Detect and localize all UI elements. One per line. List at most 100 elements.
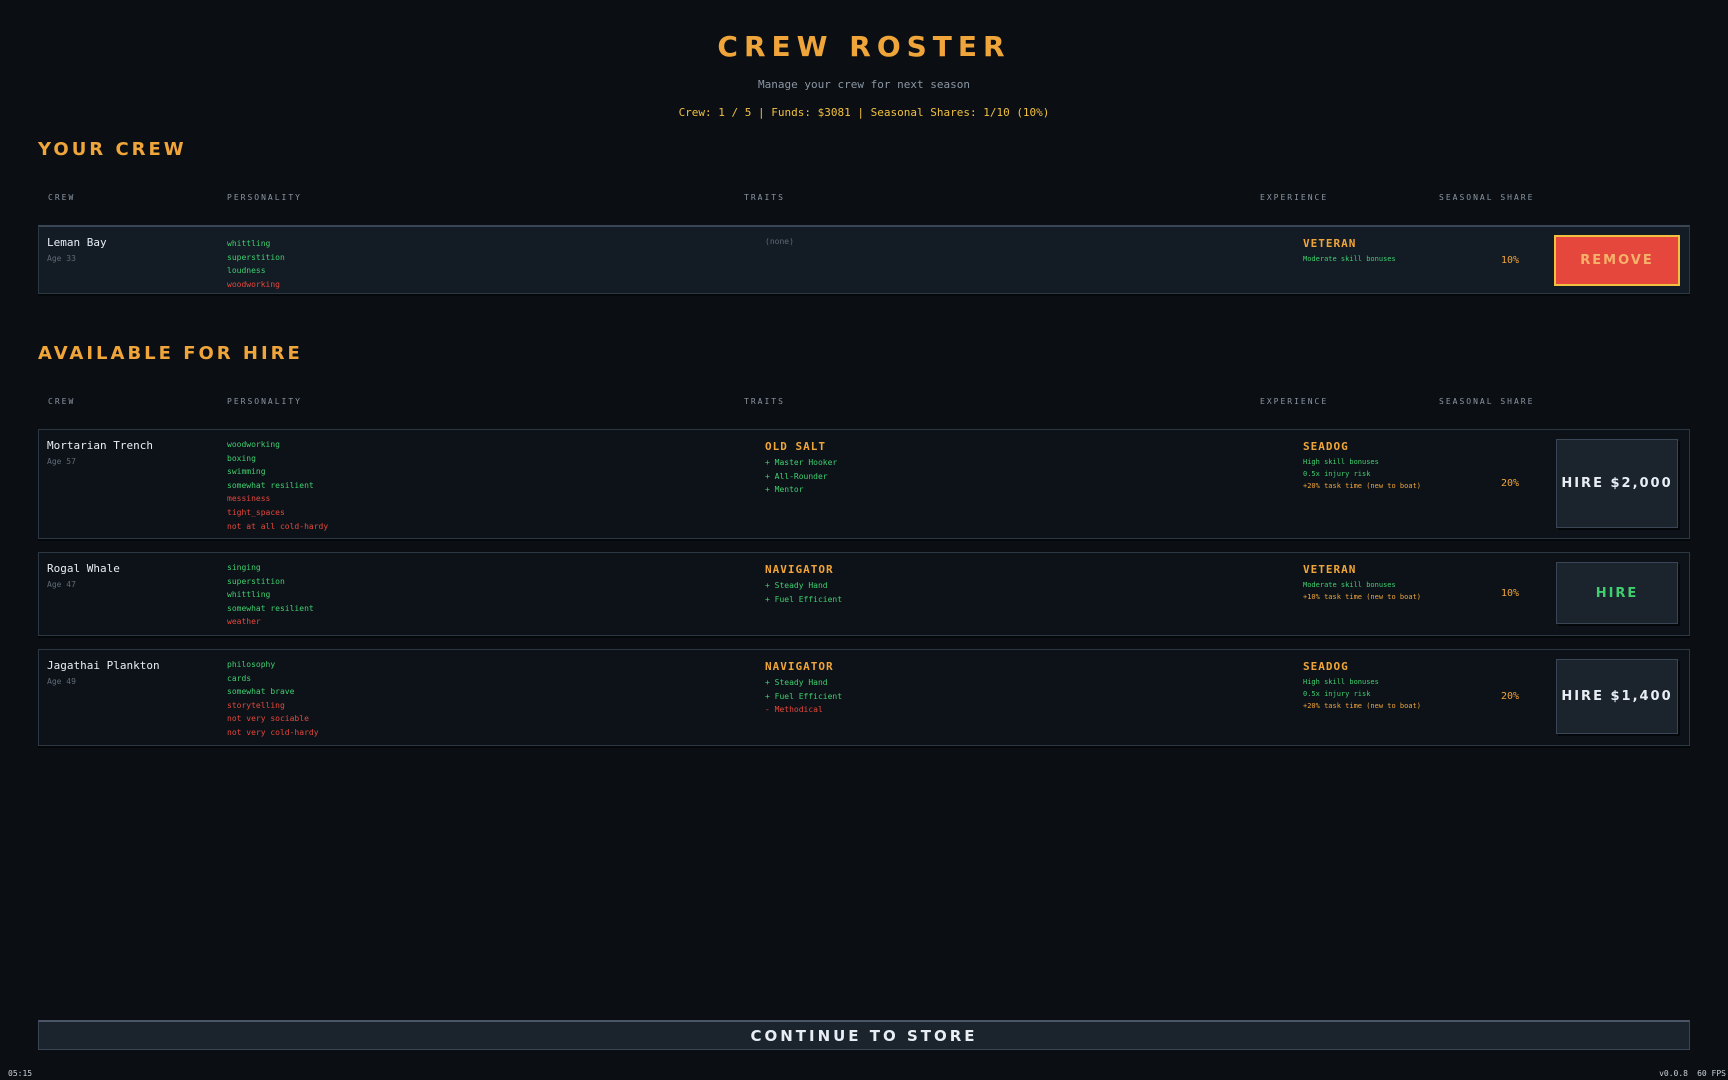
hire-button[interactable]: HIRE bbox=[1556, 562, 1678, 624]
candidate-row-mortarian-trench: Mortarian Trench Age 57 woodworking boxi… bbox=[38, 429, 1690, 539]
trait-item: - Methodical bbox=[765, 705, 823, 715]
experience-note: +20% task time (new to boat) bbox=[1303, 702, 1422, 710]
personality-item: swimming bbox=[227, 467, 266, 477]
crew-age: Age 57 bbox=[47, 457, 76, 466]
experience-note: 0.5x injury risk bbox=[1303, 470, 1371, 478]
trait-item: + Steady Hand bbox=[765, 581, 828, 590]
experience-note: +10% task time (new to boat) bbox=[1303, 593, 1422, 601]
experience-level: VETERAN bbox=[1303, 237, 1357, 250]
personality-item: weather bbox=[227, 617, 261, 627]
crew-identity: Rogal Whale Age 47 bbox=[47, 562, 120, 589]
experience-note: Moderate skill bonuses bbox=[1303, 255, 1396, 263]
personality-item: boxing bbox=[227, 453, 256, 463]
remove-crew-button[interactable]: REMOVE bbox=[1554, 235, 1680, 286]
personality-item: loudness bbox=[227, 266, 266, 276]
column-header-experience: EXPERIENCE bbox=[1260, 397, 1329, 406]
personality-item: whittling bbox=[227, 239, 271, 248]
personality-list: woodworking boxing swimming somewhat res… bbox=[227, 438, 328, 533]
seasonal-share-value: 20% bbox=[1501, 691, 1520, 702]
version-label: v0.0.8 bbox=[1659, 1069, 1688, 1078]
game-clock: 05:15 bbox=[8, 1069, 33, 1078]
crew-name: Mortarian Trench bbox=[47, 439, 153, 452]
experience-note: High skill bonuses bbox=[1303, 678, 1379, 686]
experience-level: SEADOG bbox=[1303, 440, 1349, 453]
column-header-seasonal-share: SEASONAL SHARE bbox=[1439, 193, 1535, 202]
personality-item: philosophy bbox=[227, 660, 276, 669]
column-header-crew: CREW bbox=[48, 193, 76, 202]
crew-age: Age 33 bbox=[47, 254, 76, 263]
experience-note: +20% task time (new to boat) bbox=[1303, 482, 1422, 490]
experience-block: SEADOG High skill bonuses 0.5x injury ri… bbox=[1303, 660, 1421, 712]
crew-identity: Jagathai Plankton Age 49 bbox=[47, 659, 160, 686]
crew-roster-screen: CREW ROSTER Manage your crew for next se… bbox=[0, 0, 1728, 1080]
candidate-row-rogal-whale: Rogal Whale Age 47 singing superstition … bbox=[38, 552, 1690, 636]
personality-item: woodworking bbox=[227, 440, 280, 449]
trait-item: + Fuel Efficient bbox=[765, 594, 843, 604]
trait-title: NAVIGATOR bbox=[765, 660, 834, 673]
column-header-seasonal-share: SEASONAL SHARE bbox=[1439, 397, 1535, 406]
personality-item: somewhat resilient bbox=[227, 603, 314, 613]
your-crew-heading: YOUR CREW bbox=[38, 139, 187, 160]
column-header-personality: PERSONALITY bbox=[227, 397, 302, 406]
experience-note: Moderate skill bonuses bbox=[1303, 581, 1396, 589]
hire-button[interactable]: HIRE $1,400 bbox=[1556, 659, 1678, 734]
crew-stats-summary: Crew: 1 / 5 | Funds: $3081 | Seasonal Sh… bbox=[678, 106, 1050, 119]
trait-item: + Fuel Efficient bbox=[765, 691, 843, 701]
column-header-experience: EXPERIENCE bbox=[1260, 193, 1329, 202]
seasonal-share-value: 20% bbox=[1501, 478, 1520, 489]
traits-block: OLD SALT + Master Hooker + All-Rounder +… bbox=[765, 440, 837, 497]
personality-item: somewhat resilient bbox=[227, 480, 314, 490]
page-subtitle: Manage your crew for next season bbox=[758, 78, 970, 91]
traits-block: NAVIGATOR + Steady Hand + Fuel Efficient… bbox=[765, 660, 842, 717]
trait-item: + Mentor bbox=[765, 485, 804, 495]
personality-item: woodworking bbox=[227, 279, 280, 289]
page-title: CREW ROSTER bbox=[717, 30, 1011, 63]
trait-title: NAVIGATOR bbox=[765, 563, 834, 576]
fps-counter: 60 FPS bbox=[1697, 1069, 1726, 1078]
experience-block: SEADOG High skill bonuses 0.5x injury ri… bbox=[1303, 440, 1421, 492]
personality-item: not very cold-hardy bbox=[227, 727, 319, 737]
crew-name: Rogal Whale bbox=[47, 562, 120, 575]
experience-level: SEADOG bbox=[1303, 660, 1349, 673]
crew-name: Leman Bay bbox=[47, 236, 107, 249]
trait-item: + Steady Hand bbox=[765, 678, 828, 687]
personality-item: whittling bbox=[227, 590, 271, 600]
personality-item: superstition bbox=[227, 252, 285, 262]
personality-item: tight_spaces bbox=[227, 507, 285, 517]
personality-item: not at all cold-hardy bbox=[227, 521, 329, 531]
column-header-traits: TRAITS bbox=[744, 397, 785, 406]
personality-list: whittling superstition loudness woodwork… bbox=[227, 237, 285, 291]
experience-block: VETERAN Moderate skill bonuses +10% task… bbox=[1303, 563, 1421, 603]
personality-list: singing superstition whittling somewhat … bbox=[227, 561, 314, 629]
personality-item: superstition bbox=[227, 576, 285, 586]
personality-item: not very sociable bbox=[227, 714, 309, 724]
column-header-personality: PERSONALITY bbox=[227, 193, 302, 202]
crew-name: Jagathai Plankton bbox=[47, 659, 160, 672]
column-header-crew: CREW bbox=[48, 397, 76, 406]
your-crew-column-headers: CREW PERSONALITY TRAITS EXPERIENCE SEASO… bbox=[38, 193, 1690, 207]
experience-level: VETERAN bbox=[1303, 563, 1357, 576]
crew-identity: Leman Bay Age 33 bbox=[47, 236, 107, 263]
trait-item: + All-Rounder bbox=[765, 471, 828, 481]
column-header-traits: TRAITS bbox=[744, 193, 785, 202]
candidate-row-jagathai-plankton: Jagathai Plankton Age 49 philosophy card… bbox=[38, 649, 1690, 746]
hire-column-headers: CREW PERSONALITY TRAITS EXPERIENCE SEASO… bbox=[38, 397, 1690, 411]
seasonal-share-value: 10% bbox=[1501, 255, 1520, 266]
experience-note: 0.5x injury risk bbox=[1303, 690, 1371, 698]
traits-block: NAVIGATOR + Steady Hand + Fuel Efficient bbox=[765, 563, 842, 606]
personality-item: somewhat brave bbox=[227, 687, 295, 697]
seasonal-share-value: 10% bbox=[1501, 588, 1520, 599]
available-for-hire-heading: AVAILABLE FOR HIRE bbox=[38, 343, 303, 364]
crew-age: Age 47 bbox=[47, 580, 76, 589]
continue-to-store-button[interactable]: CONTINUE TO STORE bbox=[38, 1020, 1690, 1050]
traits-empty-label: (none) bbox=[765, 237, 794, 246]
traits-none: (none) bbox=[765, 237, 794, 246]
personality-item: cards bbox=[227, 673, 252, 683]
personality-item: storytelling bbox=[227, 700, 285, 710]
hire-button[interactable]: HIRE $2,000 bbox=[1556, 439, 1678, 528]
personality-list: philosophy cards somewhat brave storytel… bbox=[227, 658, 319, 740]
trait-item: + Master Hooker bbox=[765, 458, 838, 467]
crew-age: Age 49 bbox=[47, 677, 76, 686]
personality-item: singing bbox=[227, 563, 261, 572]
experience-note: High skill bonuses bbox=[1303, 458, 1379, 466]
